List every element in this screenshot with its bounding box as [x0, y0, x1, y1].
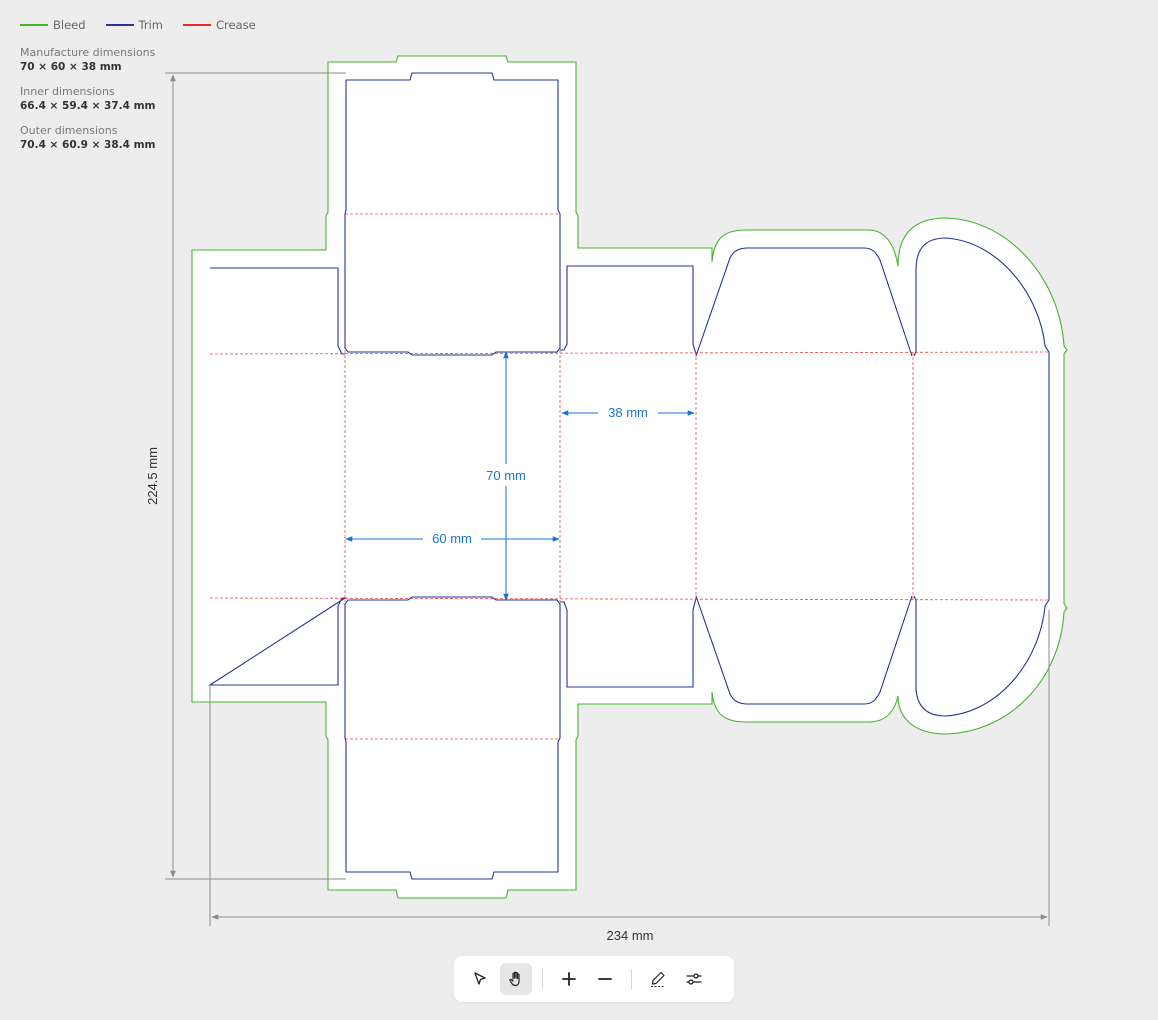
select-tool-button[interactable]	[464, 963, 496, 995]
bleed-outline	[191, 55, 1068, 899]
total-width-label: 234 mm	[607, 928, 654, 943]
cursor-arrow-icon	[474, 972, 486, 985]
edit-tool-button[interactable]	[642, 963, 674, 995]
pen-icon	[651, 971, 665, 987]
dieline-canvas[interactable]: 224.5 mm 234 mm 70 mm 60 mm 38 mm	[0, 0, 1158, 1020]
pan-tool-button[interactable]	[500, 963, 532, 995]
minus-icon	[598, 978, 612, 980]
panel-width-label: 60 mm	[432, 531, 472, 546]
toolbar-separator	[542, 969, 543, 989]
zoom-in-button[interactable]	[553, 963, 585, 995]
plus-icon	[562, 972, 576, 986]
sliders-icon	[686, 973, 702, 985]
toolbar	[454, 956, 734, 1002]
hand-icon	[509, 971, 520, 987]
total-height-label: 224.5 mm	[145, 447, 160, 505]
panel-length-label: 70 mm	[486, 468, 526, 483]
panel-depth-label: 38 mm	[608, 405, 648, 420]
toolbar-separator	[631, 969, 632, 989]
zoom-out-button[interactable]	[589, 963, 621, 995]
settings-button[interactable]	[678, 963, 710, 995]
